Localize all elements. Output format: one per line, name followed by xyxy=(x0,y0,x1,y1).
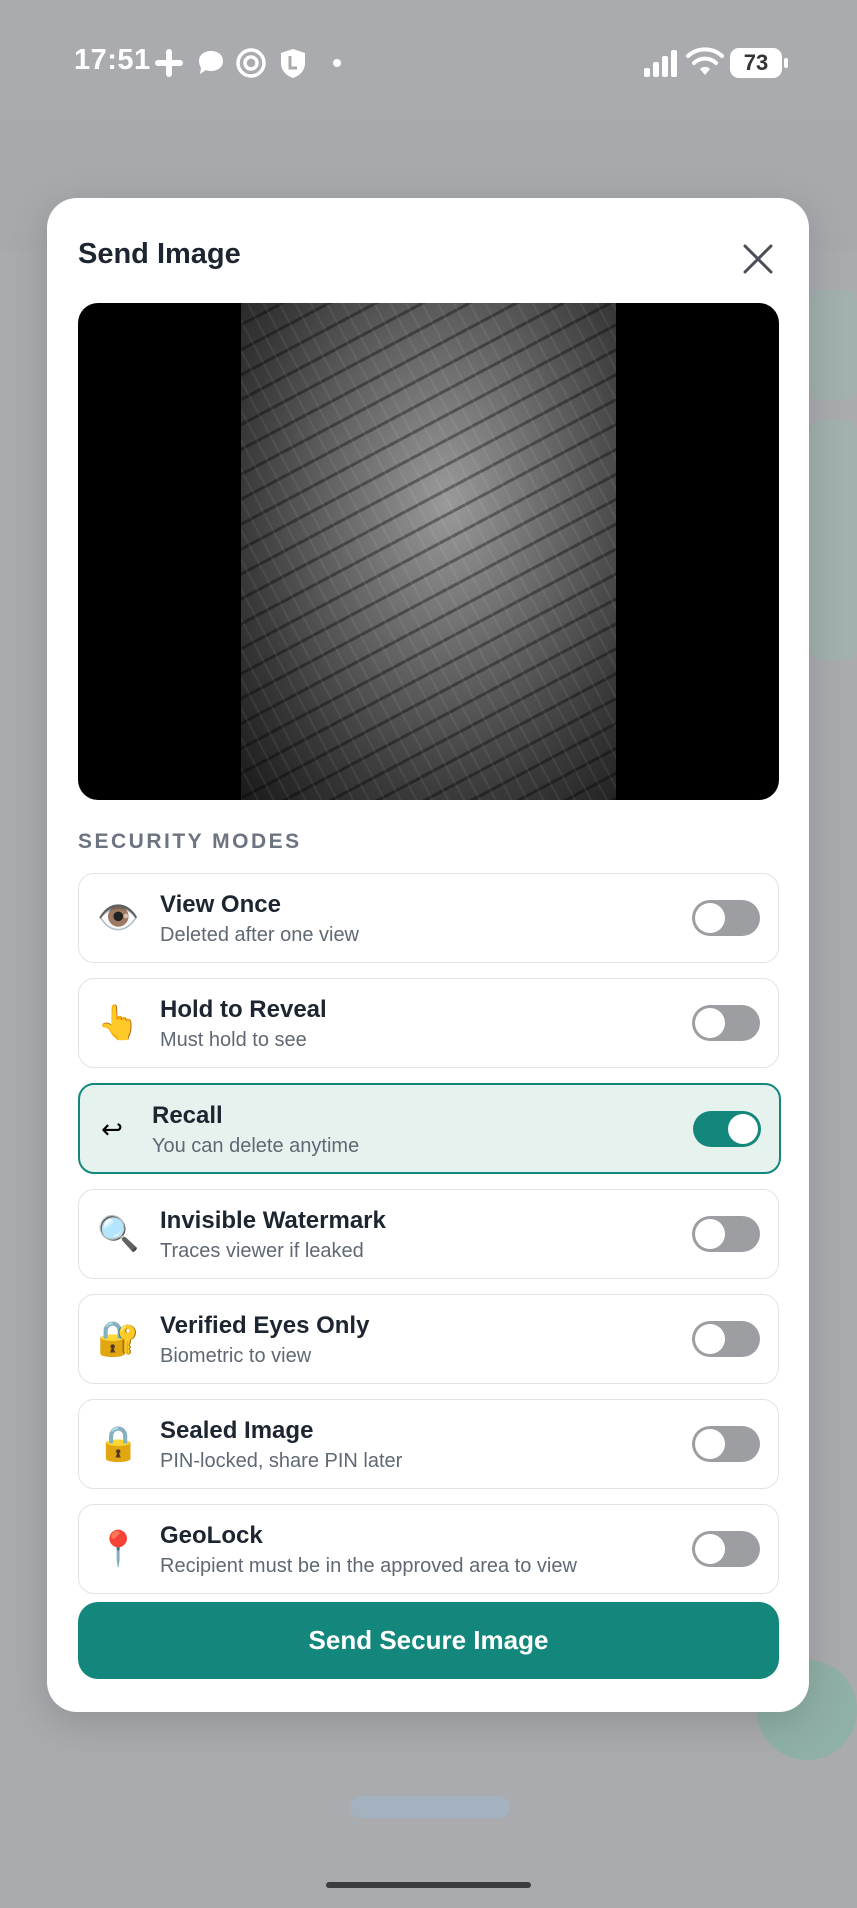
eye-icon: 👁️ xyxy=(97,899,140,937)
toggle-knob xyxy=(695,1008,725,1038)
threads-icon xyxy=(236,48,266,78)
send-secure-image-button[interactable]: Send Secure Image xyxy=(78,1602,779,1679)
mode-title: Verified Eyes Only xyxy=(160,1312,370,1339)
mode-title: Invisible Watermark xyxy=(160,1207,386,1234)
mode-verified-eyes-only[interactable]: 🔐 Verified Eyes Only Biometric to view xyxy=(78,1294,779,1384)
background-card xyxy=(810,420,857,660)
mode-subtitle: Traces viewer if leaked xyxy=(160,1240,364,1262)
toggle-knob xyxy=(695,1534,725,1564)
background-card xyxy=(810,290,857,400)
lock-with-key-icon: 🔐 xyxy=(97,1320,140,1358)
wifi-icon xyxy=(686,47,724,75)
status-bar: 17:51 73 xyxy=(0,0,857,120)
mode-subtitle: Recipient must be in the approved area t… xyxy=(160,1555,577,1577)
location-pin-icon: 📍 xyxy=(97,1530,140,1568)
magnifier-icon: 🔍 xyxy=(97,1215,140,1253)
status-time: 17:51 xyxy=(74,44,151,76)
mode-title: Sealed Image xyxy=(160,1417,314,1444)
shield-l-icon xyxy=(281,49,305,78)
background-pill xyxy=(350,1796,510,1818)
pointing-hand-icon: 👆 xyxy=(97,1004,140,1042)
toggle-invisible-watermark[interactable] xyxy=(692,1216,760,1252)
recall-arrow-icon: ↩ xyxy=(101,1114,123,1144)
battery-indicator: 73 xyxy=(730,48,788,78)
mode-hold-to-reveal[interactable]: 👆 Hold to Reveal Must hold to see xyxy=(78,978,779,1068)
chat-bubble-icon xyxy=(199,51,223,74)
mode-title: Hold to Reveal xyxy=(160,996,327,1023)
toggle-recall[interactable] xyxy=(693,1111,761,1147)
slack-icon xyxy=(155,49,183,77)
home-indicator[interactable] xyxy=(326,1882,531,1888)
signal-icon xyxy=(644,50,677,77)
toggle-verified-eyes-only[interactable] xyxy=(692,1321,760,1357)
toggle-hold-to-reveal[interactable] xyxy=(692,1005,760,1041)
mode-invisible-watermark[interactable]: 🔍 Invisible Watermark Traces viewer if l… xyxy=(78,1189,779,1279)
toggle-knob xyxy=(728,1114,758,1144)
mode-subtitle: You can delete anytime xyxy=(152,1135,360,1157)
toggle-geolock[interactable] xyxy=(692,1531,760,1567)
toggle-view-once[interactable] xyxy=(692,900,760,936)
preview-photo xyxy=(241,303,616,800)
mode-subtitle: PIN-locked, share PIN later xyxy=(160,1450,403,1472)
security-modes-list: 👁️ View Once Deleted after one view 👆 Ho… xyxy=(78,873,781,1609)
mode-title: View Once xyxy=(160,891,281,918)
security-modes-heading: SECURITY MODES xyxy=(78,830,302,853)
toggle-knob xyxy=(695,1219,725,1249)
mode-view-once[interactable]: 👁️ View Once Deleted after one view xyxy=(78,873,779,963)
mode-subtitle: Biometric to view xyxy=(160,1345,312,1367)
toggle-sealed-image[interactable] xyxy=(692,1426,760,1462)
send-image-modal: Send Image SECURITY MODES 👁️ View Once D… xyxy=(47,198,809,1712)
modal-title: Send Image xyxy=(78,238,241,270)
mode-recall[interactable]: ↩ Recall You can delete anytime xyxy=(78,1083,781,1174)
toggle-knob xyxy=(695,903,725,933)
image-preview xyxy=(78,303,779,800)
mode-subtitle: Deleted after one view xyxy=(160,924,360,946)
mode-sealed-image[interactable]: 🔒 Sealed Image PIN-locked, share PIN lat… xyxy=(78,1399,779,1489)
mode-subtitle: Must hold to see xyxy=(160,1029,307,1051)
mode-title: GeoLock xyxy=(160,1522,263,1549)
lock-icon: 🔒 xyxy=(97,1425,140,1463)
toggle-knob xyxy=(695,1324,725,1354)
toggle-knob xyxy=(695,1429,725,1459)
close-icon[interactable] xyxy=(737,238,779,280)
mode-geolock[interactable]: 📍 GeoLock Recipient must be in the appro… xyxy=(78,1504,779,1594)
mode-title: Recall xyxy=(152,1102,223,1129)
dot-icon xyxy=(333,59,341,67)
